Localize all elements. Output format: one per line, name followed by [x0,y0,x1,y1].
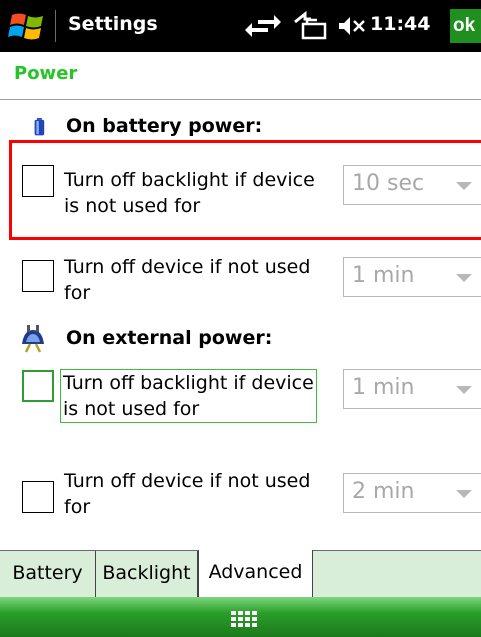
window-title: Settings [68,13,158,35]
external-device-timeout-select[interactable]: 2 min [343,473,481,513]
external-backlight-label[interactable]: Turn off backlight if device is not used… [60,369,317,423]
volume-muted-icon[interactable] [337,10,367,42]
battery-backlight-label[interactable]: Turn off backlight if device is not used… [64,167,315,219]
battery-backlight-label-line1: Turn off backlight if device [64,169,315,191]
battery-device-timeout-select[interactable]: 1 min [343,257,481,297]
battery-device-label[interactable]: Turn off device if not used for [64,254,310,306]
external-device-label[interactable]: Turn off device if not used for [64,468,310,520]
battery-device-label-line2: for [64,282,91,304]
tab-advanced[interactable]: Advanced [198,550,313,598]
external-backlight-checkbox[interactable] [22,370,54,402]
title-separator [55,10,56,42]
external-backlight-label-line1: Turn off backlight if device [63,372,314,394]
tab-battery[interactable]: Battery [0,551,96,598]
battery-backlight-timeout-select[interactable]: 10 sec [343,165,481,205]
chevron-down-icon [456,274,472,282]
battery-icon [34,118,45,136]
power-plug-icon [22,325,44,353]
keyboard-icon[interactable] [230,610,260,632]
chevron-down-icon [456,182,472,190]
sync-icon[interactable] [291,10,329,42]
battery-backlight-timeout-value: 10 sec [352,171,425,196]
battery-group-label: On battery power: [66,115,263,137]
external-device-label-line2: for [64,496,91,518]
external-backlight-timeout-value: 1 min [352,375,415,400]
tab-strip: Battery Backlight Advanced [0,550,481,598]
heading-divider [0,99,481,100]
battery-backlight-label-line2: is not used for [64,195,201,217]
external-device-label-line1: Turn off device if not used [64,470,311,492]
external-device-timeout-value: 2 min [352,479,415,504]
battery-device-label-line1: Turn off device if not used [64,256,311,278]
battery-backlight-checkbox[interactable] [22,165,54,197]
external-backlight-timeout-select[interactable]: 1 min [343,369,481,409]
battery-device-timeout-value: 1 min [352,263,415,288]
chevron-down-icon [456,386,472,394]
chevron-down-icon [456,490,472,498]
page-title: Power [14,63,78,84]
connectivity-arrows-icon[interactable] [244,10,282,42]
clock: 11:44 [370,13,431,35]
title-bar: Settings 11:44 ok [0,0,481,52]
windows-flag-icon[interactable] [8,9,48,43]
tab-backlight[interactable]: Backlight [96,551,198,598]
external-backlight-label-line2: is not used for [63,398,200,420]
battery-device-checkbox[interactable] [22,260,54,292]
ok-button[interactable]: ok [450,9,481,43]
external-device-checkbox[interactable] [22,481,54,513]
external-group-label: On external power: [66,327,273,349]
